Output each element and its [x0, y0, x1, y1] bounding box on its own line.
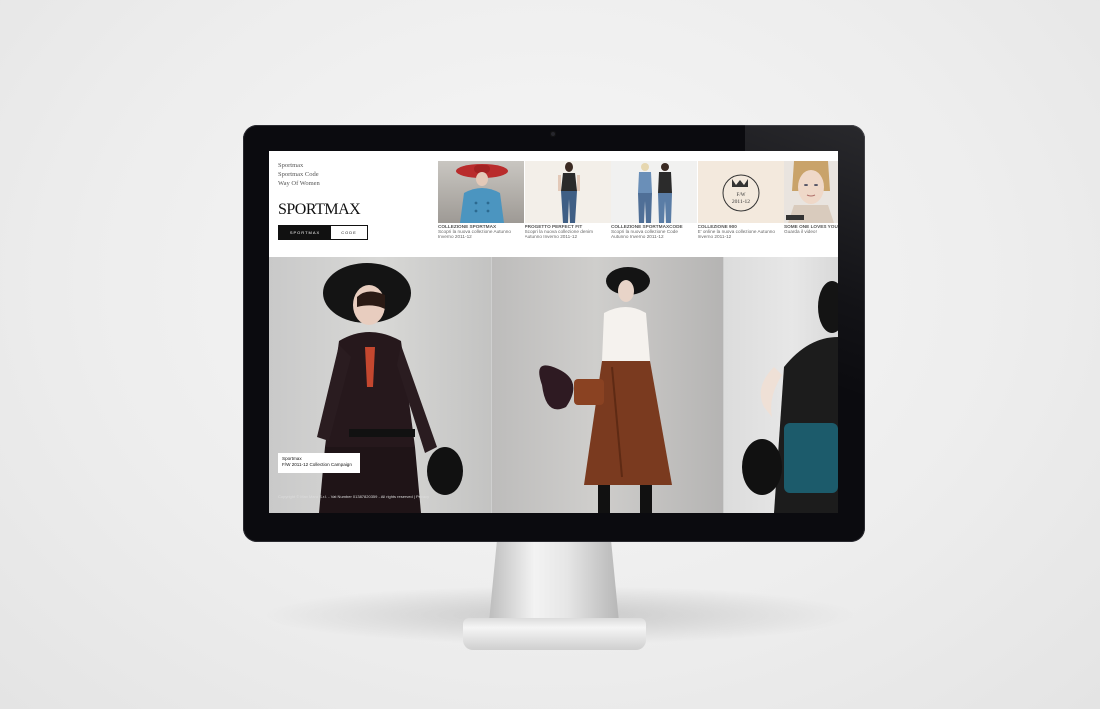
news-thumbnails: COLLEZIONE SPORTMAX Scopri la nuova coll… — [438, 161, 838, 257]
webcam-icon — [550, 131, 556, 137]
brand-logo[interactable]: SPORTMAX — [278, 201, 361, 219]
thumbnail-image[interactable]: F/W 2011-12 — [697, 161, 784, 223]
monitor-bezel: Sportmax Sportmax Code Way Of Women SPOR… — [243, 125, 865, 542]
brand-switch: SPORTMAX CODE — [278, 225, 368, 240]
badge-year: 2011-12 — [731, 199, 749, 205]
thumbnail-text: Autunno Inverno 2011-12 — [611, 234, 664, 239]
thumbnail-collezione-sportmax[interactable]: COLLEZIONE SPORTMAX Scopri la nuova coll… — [438, 161, 524, 257]
monitor-stand — [489, 542, 619, 622]
nav-link-sportmax-code[interactable]: Sportmax Code — [278, 170, 320, 179]
badge-season: F/W — [736, 193, 745, 198]
site-header: Sportmax Sportmax Code Way Of Women SPOR… — [269, 151, 838, 257]
thumbnail-image[interactable] — [611, 161, 697, 223]
thumbnail-text: Inverno 2011-12 — [438, 234, 472, 239]
footer-copyright: Copyright © Max Mara S.r.l. - Vat Number… — [278, 494, 430, 499]
thumbnail-text: Autunno Inverno 2011-12 — [524, 234, 578, 239]
thumbnail-some-one-loves-you[interactable]: SOME ONE LOVES YOU Guarda il video! — [784, 161, 838, 257]
website-screen: Sportmax Sportmax Code Way Of Women SPOR… — [269, 151, 838, 513]
nav-link-way-of-women[interactable]: Way Of Women — [278, 179, 320, 188]
campaign-photo-1 — [269, 257, 491, 513]
thumbnail-image[interactable] — [524, 161, 611, 223]
caption-title: F/W 2011-12 Collection Campaign — [282, 461, 352, 467]
campaign-caption[interactable]: Sportmax F/W 2011-12 Collection Campaign — [278, 453, 360, 473]
thumbnail-progetto-perfect-fit[interactable]: PROGETTO PERFECT FIT Scopri la nuova col… — [524, 161, 611, 257]
thumbnail-image[interactable] — [784, 161, 838, 223]
thumbnail-image[interactable] — [438, 161, 524, 223]
top-nav: Sportmax Sportmax Code Way Of Women — [278, 161, 320, 188]
tab-code[interactable]: CODE — [331, 226, 367, 239]
monitor-base — [463, 618, 646, 650]
thumbnail-collezione-sportmaxcode[interactable]: COLLEZIONE SPORTMAXCODE Scopri la nuova … — [611, 161, 697, 257]
thumbnail-text: Inverno 2011-12 — [697, 234, 732, 239]
campaign-photo-3 — [724, 257, 838, 513]
campaign-photo-2 — [492, 257, 723, 513]
campaign-slideshow[interactable]: Sportmax F/W 2011-12 Collection Campaign… — [269, 257, 838, 513]
thumbnail-collezione-900[interactable]: F/W 2011-12 COLLEZIONE 900 E' online la … — [697, 161, 784, 257]
thumbnail-text: Guarda il video! — [784, 229, 817, 234]
nav-link-sportmax[interactable]: Sportmax — [278, 161, 320, 170]
tab-sportmax[interactable]: SPORTMAX — [279, 226, 331, 239]
